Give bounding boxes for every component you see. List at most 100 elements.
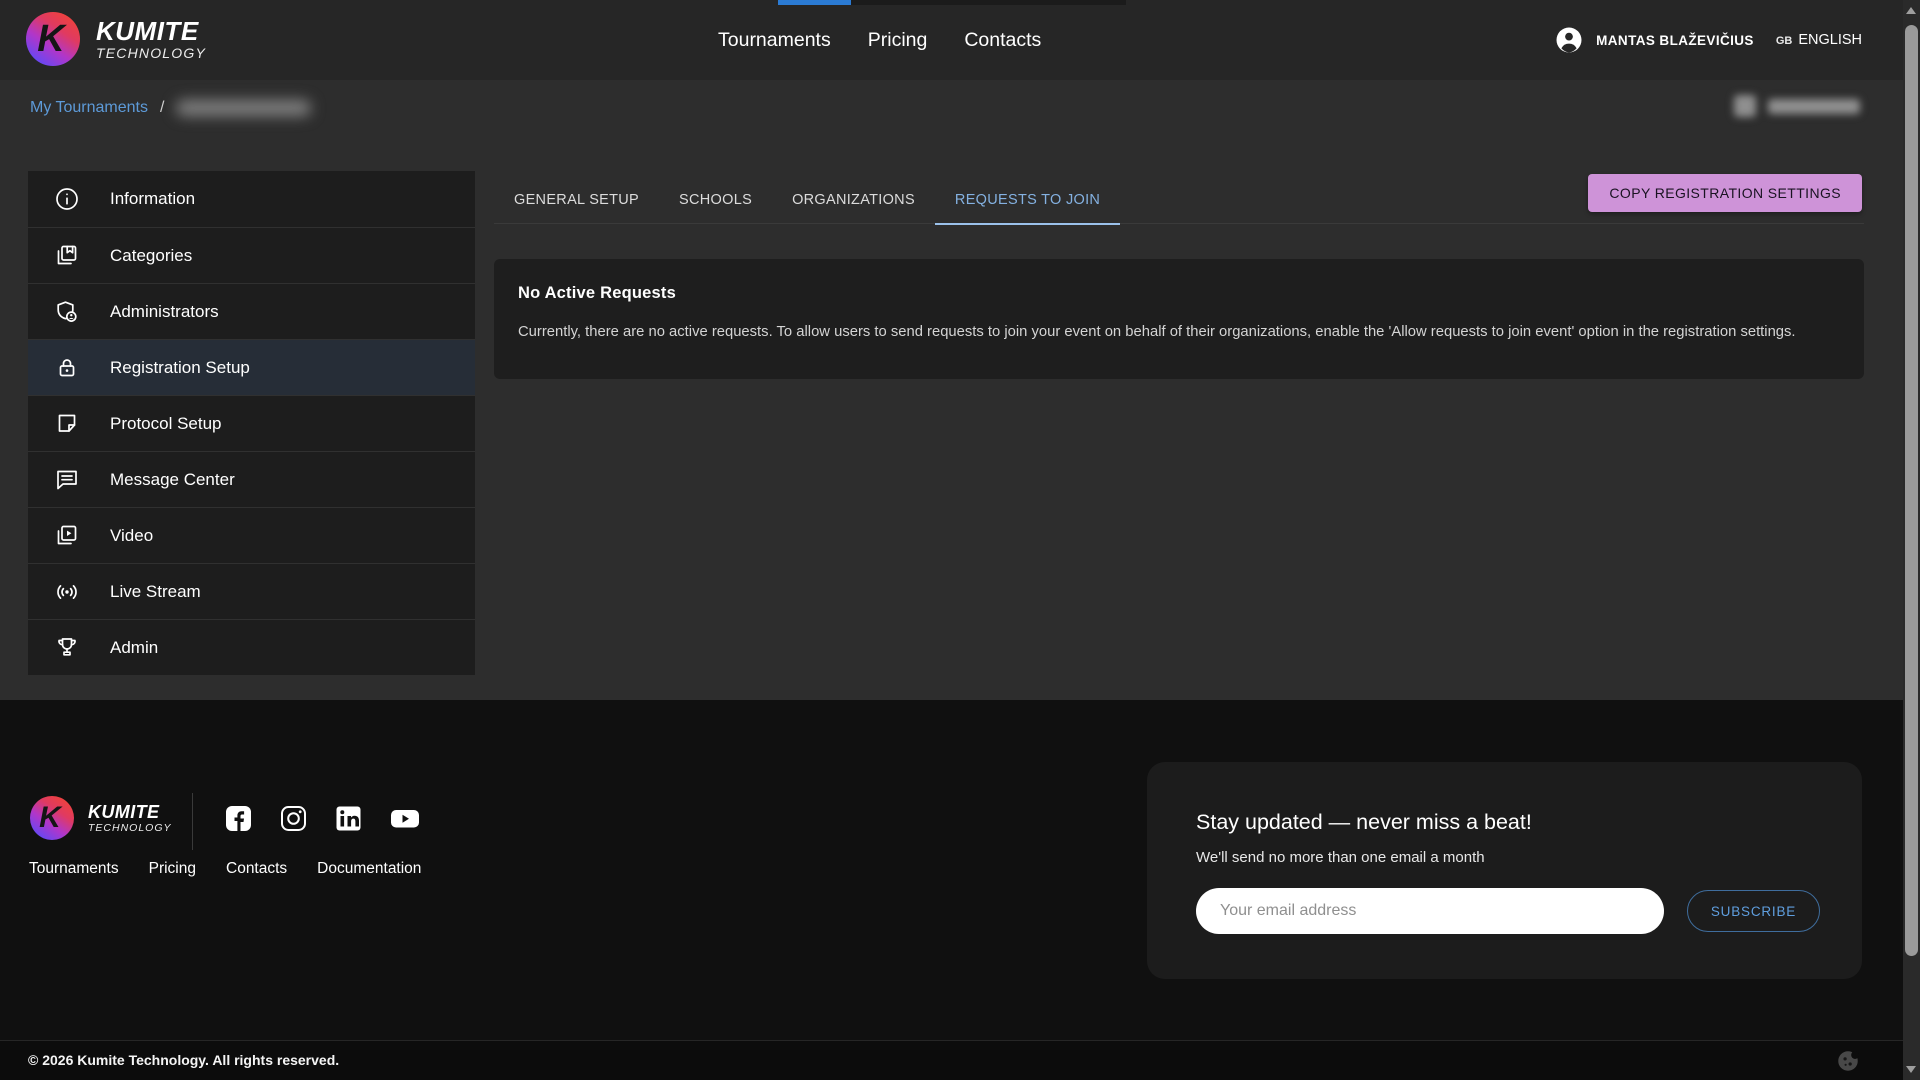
sidebar-item-label: Admin (110, 638, 158, 658)
tournament-date-badge[interactable] (1734, 95, 1860, 117)
sidebar-item-categories[interactable]: Categories (28, 227, 475, 283)
copy-registration-settings-button[interactable]: COPY REGISTRATION SETTINGS (1588, 174, 1862, 212)
tab-label: GENERAL SETUP (514, 192, 639, 208)
brand-subtitle: TECHNOLOGY (96, 45, 206, 61)
tab-general-setup[interactable]: GENERAL SETUP (494, 176, 659, 224)
tournament-sidebar: Information Categories Administrators Re… (28, 171, 475, 675)
categories-icon (54, 243, 80, 269)
tab-schools[interactable]: SCHOOLS (659, 176, 772, 224)
brand-text: KUMITE TECHNOLOGY (96, 17, 206, 61)
tab-label: REQUESTS TO JOIN (955, 192, 1100, 208)
sidebar-item-protocol-setup[interactable]: Protocol Setup (28, 395, 475, 451)
sidebar-item-information[interactable]: Information (28, 171, 475, 227)
chat-icon (54, 467, 80, 493)
cookie-settings-button[interactable] (1835, 1048, 1861, 1074)
sidebar-item-registration-setup[interactable]: Registration Setup (28, 339, 475, 395)
brand-logo[interactable]: K KUMITE TECHNOLOGY (26, 12, 206, 66)
tab-requests-to-join[interactable]: REQUESTS TO JOIN (935, 176, 1120, 224)
sidebar-item-label: Information (110, 189, 195, 209)
page-footer: K KUMITE TECHNOLOGY Tournaments Pricing … (0, 700, 1920, 1040)
newsletter-subtitle: We'll send no more than one email a mont… (1196, 849, 1820, 866)
footer-links: Tournaments Pricing Contacts Documentati… (29, 860, 421, 878)
breadcrumb-separator: / (160, 99, 164, 117)
email-input[interactable] (1196, 888, 1664, 934)
breadcrumb-my-tournaments[interactable]: My Tournaments (30, 99, 148, 117)
logo-letter: K (37, 18, 64, 61)
footer-link-pricing[interactable]: Pricing (149, 860, 196, 878)
kumite-footer-logo-icon: K (30, 796, 74, 840)
protocol-note-icon (54, 411, 80, 437)
sidebar-item-message-center[interactable]: Message Center (28, 451, 475, 507)
calendar-icon (1734, 95, 1756, 117)
language-label: ENGLISH (1798, 32, 1862, 48)
sidebar-item-label: Administrators (110, 302, 219, 322)
footer-bottom-bar: © 2026 Kumite Technology. All rights res… (0, 1040, 1920, 1080)
footer-brand-subtitle: TECHNOLOGY (88, 822, 172, 834)
tab-label: ORGANIZATIONS (792, 192, 915, 208)
logo-letter: K (39, 801, 61, 835)
panel-title: No Active Requests (518, 284, 1840, 303)
newsletter-title: Stay updated — never miss a beat! (1196, 810, 1820, 835)
footer-link-contacts[interactable]: Contacts (226, 860, 287, 878)
breadcrumb: My Tournaments / (30, 99, 311, 117)
avatar-icon (1554, 25, 1584, 55)
newsletter-card: Stay updated — never miss a beat! We'll … (1147, 762, 1862, 979)
panel-message: Currently, there are no active requests.… (518, 324, 1840, 340)
breadcrumb-current-redacted (176, 100, 311, 116)
sidebar-item-label: Categories (110, 246, 192, 266)
top-progress-fill (778, 0, 851, 5)
sidebar-item-admin[interactable]: Admin (28, 619, 475, 675)
active-tab-underline (935, 223, 1120, 225)
youtube-icon[interactable] (390, 805, 420, 832)
user-name: MANTAS BLAŽEVIČIUS (1596, 33, 1754, 48)
info-icon (54, 186, 80, 212)
footer-social (225, 805, 420, 832)
brand-name: KUMITE (96, 17, 206, 45)
linkedin-icon[interactable] (335, 805, 362, 832)
trophy-icon (54, 635, 80, 661)
footer-brand-text: KUMITE TECHNOLOGY (88, 802, 172, 834)
main-nav: Tournaments Pricing Contacts (718, 0, 1041, 80)
user-menu-button[interactable]: MANTAS BLAŽEVIČIUS (1554, 25, 1754, 55)
video-library-icon (54, 523, 80, 549)
user-area: MANTAS BLAŽEVIČIUS GB ENGLISH (1554, 0, 1862, 80)
footer-divider (192, 793, 193, 850)
admin-shield-icon (54, 299, 80, 325)
sidebar-item-label: Message Center (110, 470, 235, 490)
cookie-icon (1835, 1048, 1861, 1074)
scrollbar-down-arrow[interactable] (1906, 1066, 1916, 1073)
tab-organizations[interactable]: ORGANIZATIONS (772, 176, 935, 224)
nav-tournaments[interactable]: Tournaments (718, 29, 831, 52)
live-stream-icon (54, 579, 80, 605)
sidebar-item-label: Protocol Setup (110, 414, 222, 434)
footer-link-documentation[interactable]: Documentation (317, 860, 421, 878)
sidebar-item-live-stream[interactable]: Live Stream (28, 563, 475, 619)
instagram-icon[interactable] (280, 805, 307, 832)
scrollbar-thumb[interactable] (1905, 25, 1918, 956)
nav-contacts[interactable]: Contacts (964, 29, 1041, 52)
tab-label: SCHOOLS (679, 192, 752, 208)
facebook-icon[interactable] (225, 805, 252, 832)
footer-brand[interactable]: K KUMITE TECHNOLOGY (30, 796, 172, 840)
scrollbar-up-arrow[interactable] (1906, 7, 1916, 14)
language-region: GB (1776, 35, 1793, 47)
footer-brand-name: KUMITE (88, 802, 172, 822)
sidebar-item-label: Video (110, 526, 153, 546)
language-selector[interactable]: GB ENGLISH (1776, 32, 1862, 48)
sidebar-item-label: Registration Setup (110, 358, 250, 378)
copyright-text: © 2026 Kumite Technology. All rights res… (28, 1052, 339, 1068)
subscribe-button[interactable]: SUBSCRIBE (1687, 890, 1820, 932)
no-active-requests-panel: No Active Requests Currently, there are … (494, 259, 1864, 379)
kumite-logo-icon: K (26, 12, 80, 66)
sidebar-item-video[interactable]: Video (28, 507, 475, 563)
newsletter-form: SUBSCRIBE (1196, 888, 1820, 934)
app-header: K KUMITE TECHNOLOGY Tournaments Pricing … (0, 0, 1920, 80)
sidebar-item-label: Live Stream (110, 582, 201, 602)
lock-icon (54, 355, 80, 381)
footer-link-tournaments[interactable]: Tournaments (29, 860, 119, 878)
vertical-scrollbar[interactable] (1903, 0, 1920, 1080)
nav-pricing[interactable]: Pricing (868, 29, 928, 52)
top-progress-track (778, 0, 1126, 5)
sidebar-item-administrators[interactable]: Administrators (28, 283, 475, 339)
date-text-redacted (1768, 99, 1860, 114)
